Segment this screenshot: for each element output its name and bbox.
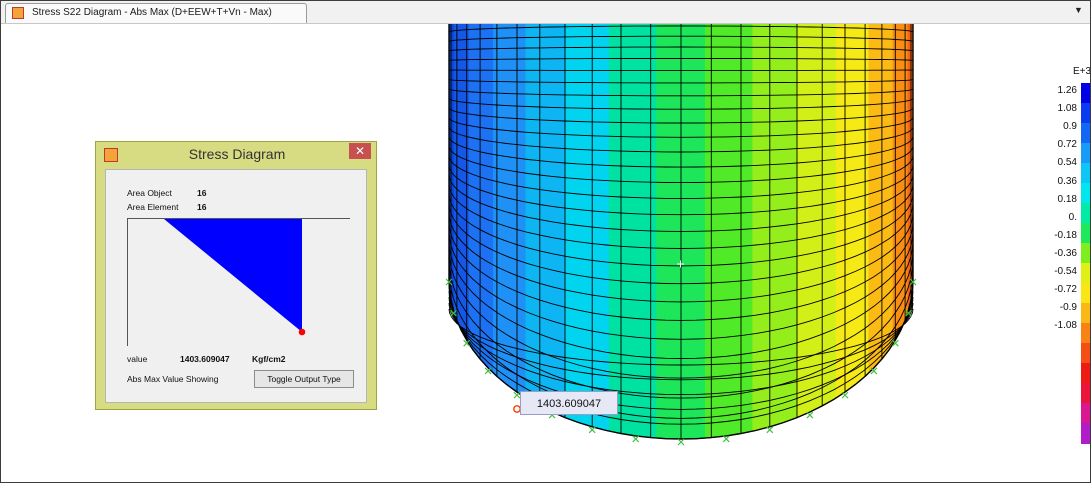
tab-title: Stress S22 Diagram - Abs Max (D+EEW+T+Vn… [32,7,272,18]
legend-tick: 1.08 [1057,103,1077,115]
legend-swatch [1081,323,1090,344]
legend-swatch [1081,283,1090,304]
stress-diagram-plot [127,218,350,346]
joint-marker [841,391,849,399]
legend-tick: 0.72 [1057,139,1077,151]
area-element-label: Area Element [127,202,179,212]
legend-swatch [1081,163,1090,184]
output-status: Abs Max Value Showing [127,374,219,384]
legend-tick: 0. [1068,211,1077,223]
legend-swatch [1081,123,1090,144]
dialog-body: Area Object 16 Area Element 16 value 140… [105,169,367,403]
legend-tick: 1.26 [1057,85,1077,96]
toggle-output-type-button[interactable]: Toggle Output Type [254,370,354,388]
legend-tick: -1.08 [1054,320,1077,332]
tab-stress-diagram[interactable]: Stress S22 Diagram - Abs Max (D+EEW+T+Vn… [5,3,307,23]
legend-tick: 0.36 [1057,175,1077,187]
joint-marker [722,435,730,443]
tab-bar: Stress S22 Diagram - Abs Max (D+EEW+T+Vn… [1,1,1090,24]
legend-swatch [1081,203,1090,224]
close-button[interactable]: ✕ [349,143,371,159]
legend-swatch [1081,223,1090,244]
legend-swatch [1081,423,1090,444]
legend-swatch [1081,103,1090,124]
chevron-down-icon[interactable]: ▼ [1074,5,1083,15]
area-element-value: 16 [197,202,207,212]
joint-marker [677,438,685,446]
stress-diagram-dialog: Stress Diagram ✕ Area Object 16 Area Ele… [95,141,377,410]
legend-swatch [1081,183,1090,204]
legend-tick: -0.9 [1059,302,1077,314]
area-object-label: Area Object [127,188,172,198]
contour-legend: E+3 1.26 1.08 0.9 0.72 0.54 0.36 0.18 0. -0.18 -0… [1041,63,1090,459]
legend-tick: -0.54 [1054,266,1077,277]
legend-tick: 0.9 [1063,121,1077,133]
legend-tick: 0.18 [1057,193,1077,205]
value-label: value [127,354,148,364]
joint-marker [588,426,596,434]
contour-band [493,24,527,399]
legend-swatch [1081,263,1090,284]
dialog-title: Stress Diagram [188,146,286,162]
value-tooltip: 1403.609047 [520,391,618,415]
stress-diagram-shape [164,219,302,332]
legend-swatch [1081,403,1090,424]
legend-swatch [1081,303,1090,324]
legend-exponent: E+3 [1073,66,1091,77]
legend-tick: -0.18 [1054,229,1077,241]
sap2000-logo-icon [12,7,24,19]
legend-tick: -0.72 [1054,284,1077,296]
legend-swatch [1081,83,1090,104]
joint-marker [806,411,814,419]
legend-swatch [1081,383,1090,404]
stress-value: 1403.609047 [180,354,230,364]
legend-swatch [1081,143,1090,164]
document-window: Stress S22 Diagram - Abs Max (D+EEW+T+Vn… [0,0,1091,483]
legend-swatch [1081,343,1090,364]
area-object-value: 16 [197,188,207,198]
legend-tick: -0.36 [1054,247,1077,259]
joint-marker [766,426,774,434]
contour-band [835,24,869,399]
max-value-marker [298,328,306,336]
joint-marker [632,435,640,443]
stress-unit: Kgf/cm2 [252,354,286,364]
legend-tick: 0.54 [1057,157,1077,169]
legend-swatch [1081,243,1090,264]
legend-swatch [1081,363,1090,384]
